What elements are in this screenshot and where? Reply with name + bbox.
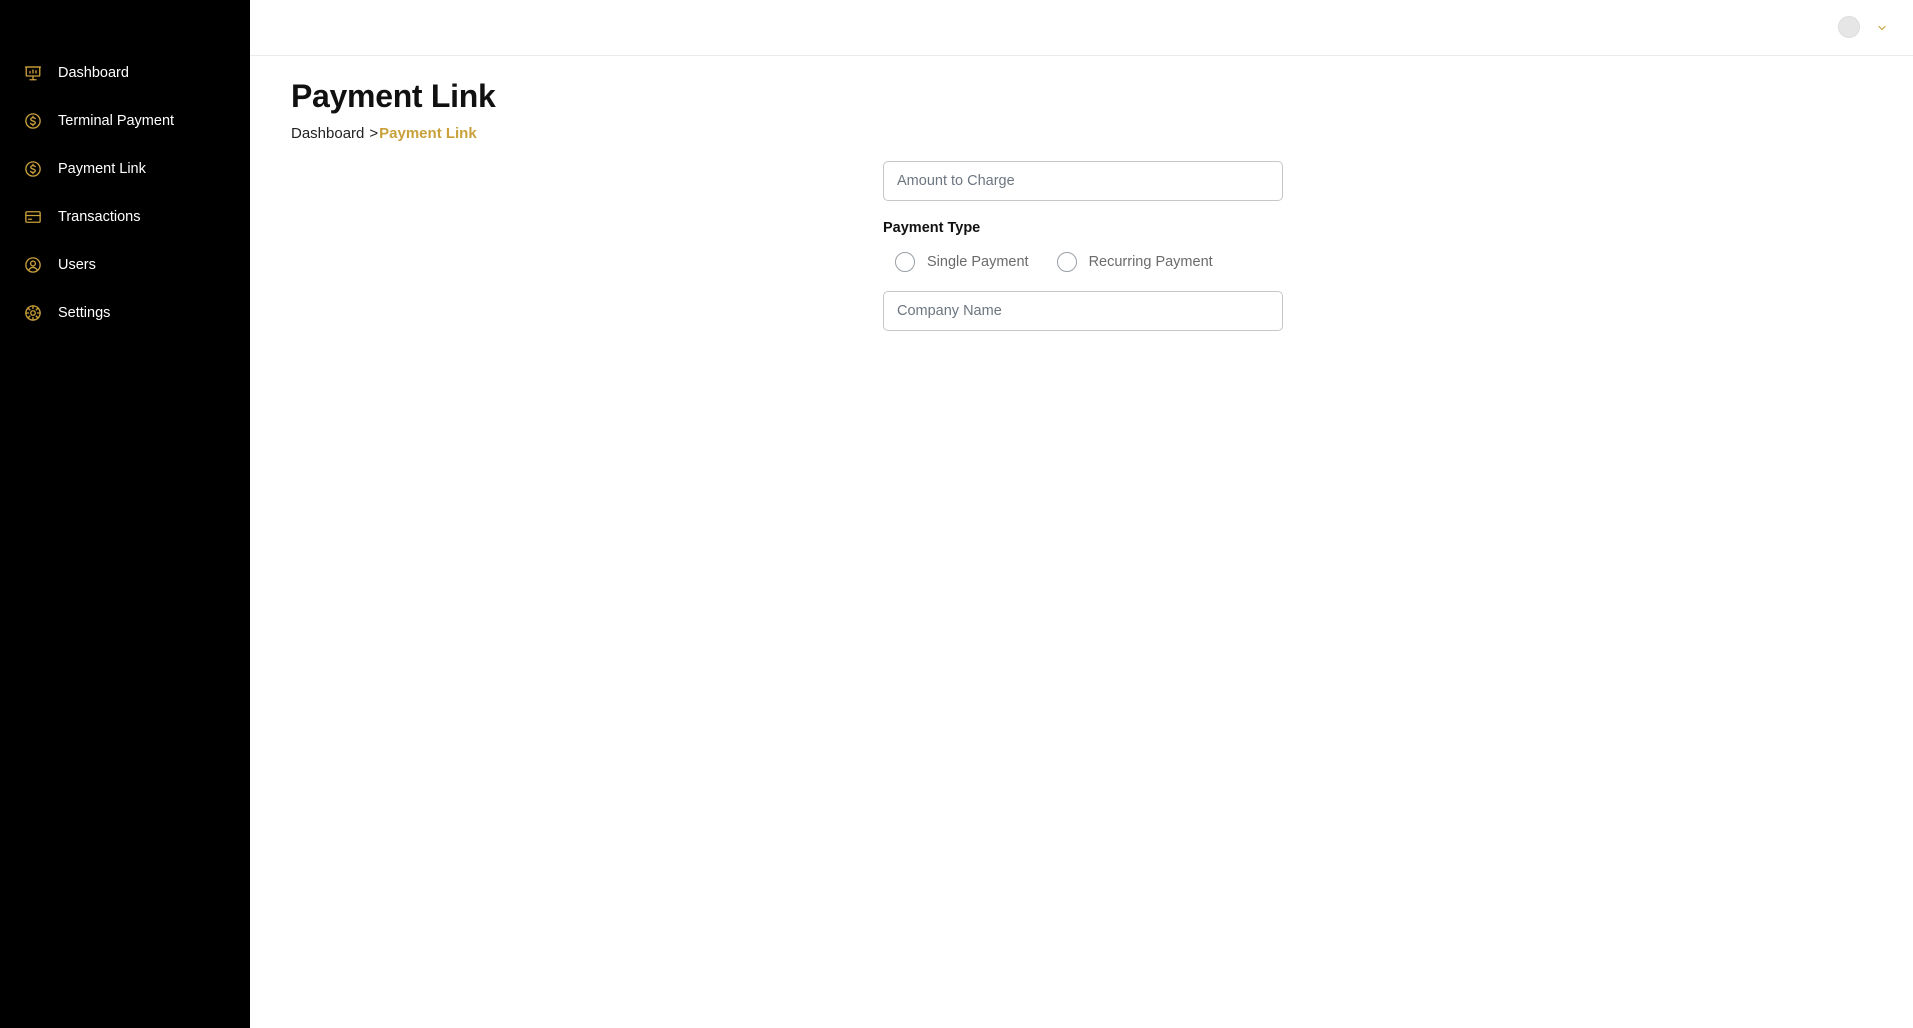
user-circle-icon	[24, 256, 42, 274]
payment-type-label: Payment Type	[883, 220, 981, 236]
dollar-circle-icon	[24, 112, 42, 130]
sidebar-item-terminal-payment[interactable]: Terminal Payment	[0, 97, 250, 145]
gear-icon	[24, 304, 42, 322]
chevron-down-icon[interactable]	[1876, 21, 1888, 33]
sidebar-item-label: Users	[58, 257, 96, 273]
sidebar-item-payment-link[interactable]: Payment Link	[0, 145, 250, 193]
payment-type-radio-group: Single Payment Recurring Payment	[883, 251, 1283, 273]
radio-circle[interactable]	[1056, 252, 1077, 272]
sidebar-item-users[interactable]: Users	[0, 241, 250, 289]
breadcrumb-separator: >	[369, 125, 379, 142]
presentation-chart-icon	[24, 64, 42, 82]
sidebar-item-label: Terminal Payment	[58, 113, 175, 129]
sidebar: Dashboard Terminal Payment Payment Link …	[0, 0, 250, 1028]
sidebar-item-settings[interactable]: Settings	[0, 289, 250, 337]
page-title: Payment Link	[291, 78, 496, 114]
sidebar-item-label: Settings	[58, 305, 111, 321]
company-name-input[interactable]	[883, 291, 1283, 331]
sidebar-item-label: Dashboard	[58, 65, 129, 81]
radio-circle[interactable]	[895, 252, 915, 272]
avatar[interactable]	[1838, 16, 1860, 38]
breadcrumb: Dashboard > Payment Link	[291, 125, 1851, 142]
sidebar-item-label: Payment Link	[58, 161, 146, 177]
breadcrumb-home-link[interactable]: Dashboard	[291, 125, 364, 142]
main-content: Payment Link Dashboard > Payment Link	[291, 78, 1851, 142]
radio-label: Single Payment	[927, 254, 1029, 270]
sidebar-item-dashboard[interactable]: Dashboard	[0, 49, 250, 97]
credit-card-icon	[24, 208, 42, 226]
amount-to-charge-input[interactable]	[883, 161, 1283, 201]
app-root: Dashboard Terminal Payment Payment Link …	[0, 0, 1913, 1028]
single-payment-radio[interactable]: Single Payment	[895, 252, 1029, 272]
recurring-payment-radio[interactable]: Recurring Payment	[1056, 252, 1213, 272]
top-header	[250, 0, 1913, 56]
sidebar-item-transactions[interactable]: Transactions	[0, 193, 250, 241]
breadcrumb-current: Payment Link	[379, 125, 477, 142]
payment-link-form: Payment Type Single Payment Recurring Pa…	[883, 161, 1283, 331]
sidebar-item-label: Transactions	[58, 209, 141, 225]
radio-label: Recurring Payment	[1088, 254, 1213, 270]
dollar-circle-icon	[24, 160, 42, 178]
